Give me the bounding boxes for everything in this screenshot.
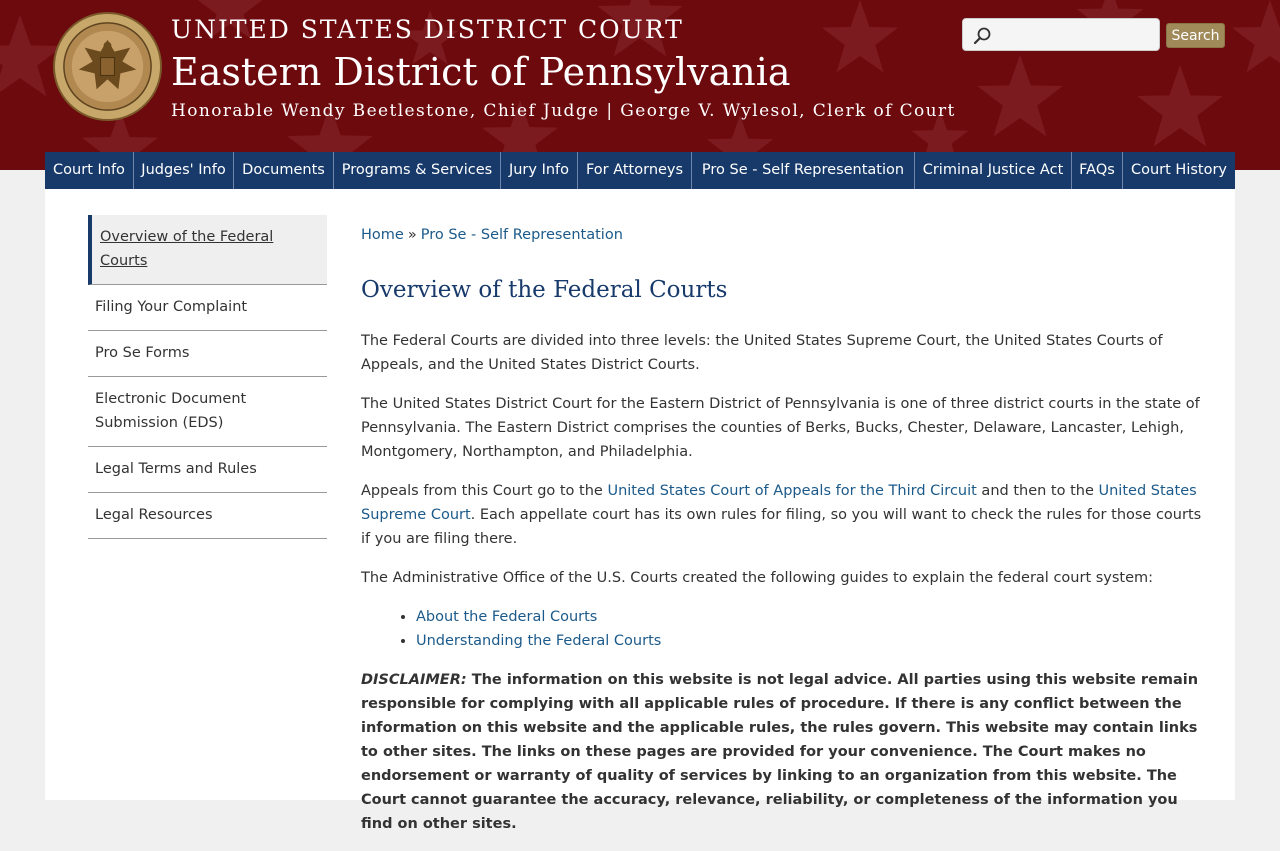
breadcrumb: Home» Pro Se - Self Representation — [361, 223, 1207, 247]
breadcrumb-home-link[interactable]: Home — [361, 227, 404, 243]
nav-item-jury-info[interactable]: Jury Info — [501, 152, 578, 189]
paragraph-court-levels: The Federal Courts are divided into thre… — [361, 333, 1163, 373]
nav-item-faqs[interactable]: FAQs — [1072, 152, 1123, 189]
list-item: About the Federal Courts — [416, 605, 1207, 629]
list-item: Understanding the Federal Courts — [416, 629, 1207, 653]
court-seal-icon — [53, 12, 162, 121]
search-icon — [973, 27, 991, 45]
sidebar-item-filing-complaint[interactable]: Filing Your Complaint — [88, 285, 327, 331]
sidebar: Overview of the Federal Courts Filing Yo… — [88, 215, 327, 539]
sidebar-item-pro-se-forms[interactable]: Pro Se Forms — [88, 331, 327, 377]
appeals-text-start: Appeals from this Court go to the — [361, 483, 608, 499]
page-title: Overview of the Federal Courts — [361, 277, 728, 303]
paragraph-appeals: Appeals from this Court go to the United… — [361, 479, 1207, 551]
understanding-federal-courts-link[interactable]: Understanding the Federal Courts — [416, 633, 661, 649]
nav-item-programs-services[interactable]: Programs & Services — [334, 152, 501, 189]
nav-item-court-history[interactable]: Court History — [1123, 152, 1235, 189]
breadcrumb-separator: » — [407, 227, 417, 243]
nav-item-judges-info[interactable]: Judges' Info — [134, 152, 234, 189]
nav-item-criminal-justice-act[interactable]: Criminal Justice Act — [915, 152, 1072, 189]
search-button[interactable]: Search — [1166, 23, 1225, 48]
nav-item-documents[interactable]: Documents — [234, 152, 334, 189]
appeals-text-mid: and then to the — [976, 483, 1099, 499]
sidebar-item-legal-resources[interactable]: Legal Resources — [88, 493, 327, 539]
disclaimer-text: The information on this website is not l… — [361, 672, 1199, 832]
sidebar-item-overview[interactable]: Overview of the Federal Courts — [88, 215, 327, 285]
paragraph-guides-intro: The Administrative Office of the U.S. Co… — [361, 570, 1154, 586]
main-navigation: Court Info Judges' Info Documents Progra… — [45, 152, 1235, 189]
sidebar-item-eds[interactable]: Electronic Document Submission (EDS) — [88, 377, 327, 447]
nav-item-court-info[interactable]: Court Info — [45, 152, 134, 189]
disclaimer-label: DISCLAIMER: — [361, 672, 467, 688]
content-area: Overview of the Federal Courts Filing Yo… — [45, 189, 1235, 832]
search-box — [962, 18, 1160, 51]
court-officials: Honorable Wendy Beetlestone, Chief Judge… — [171, 101, 956, 121]
paragraph-district-description: The United States District Court for the… — [361, 396, 1200, 460]
about-federal-courts-link[interactable]: About the Federal Courts — [416, 609, 597, 625]
appeals-text-end: . Each appellate court has its own rules… — [361, 507, 1202, 547]
breadcrumb-pro-se-link[interactable]: Pro Se - Self Representation — [421, 227, 623, 243]
main-content: Home» Pro Se - Self Representation Overvi… — [361, 223, 1207, 851]
district-name[interactable]: Eastern District of Pennsylvania — [171, 50, 791, 94]
disclaimer: DISCLAIMER: The information on this webs… — [361, 668, 1207, 836]
guides-list: About the Federal Courts Understanding t… — [361, 605, 1207, 653]
court-name: UNITED STATES DISTRICT COURT — [171, 15, 684, 44]
nav-item-for-attorneys[interactable]: For Attorneys — [578, 152, 692, 189]
nav-item-pro-se[interactable]: Pro Se - Self Representation — [692, 152, 915, 189]
sidebar-item-legal-terms[interactable]: Legal Terms and Rules — [88, 447, 327, 493]
search-input[interactable] — [997, 23, 1156, 48]
third-circuit-link[interactable]: United States Court of Appeals for the T… — [607, 483, 976, 499]
site-header: UNITED STATES DISTRICT COURT Eastern Dis… — [0, 0, 1280, 170]
